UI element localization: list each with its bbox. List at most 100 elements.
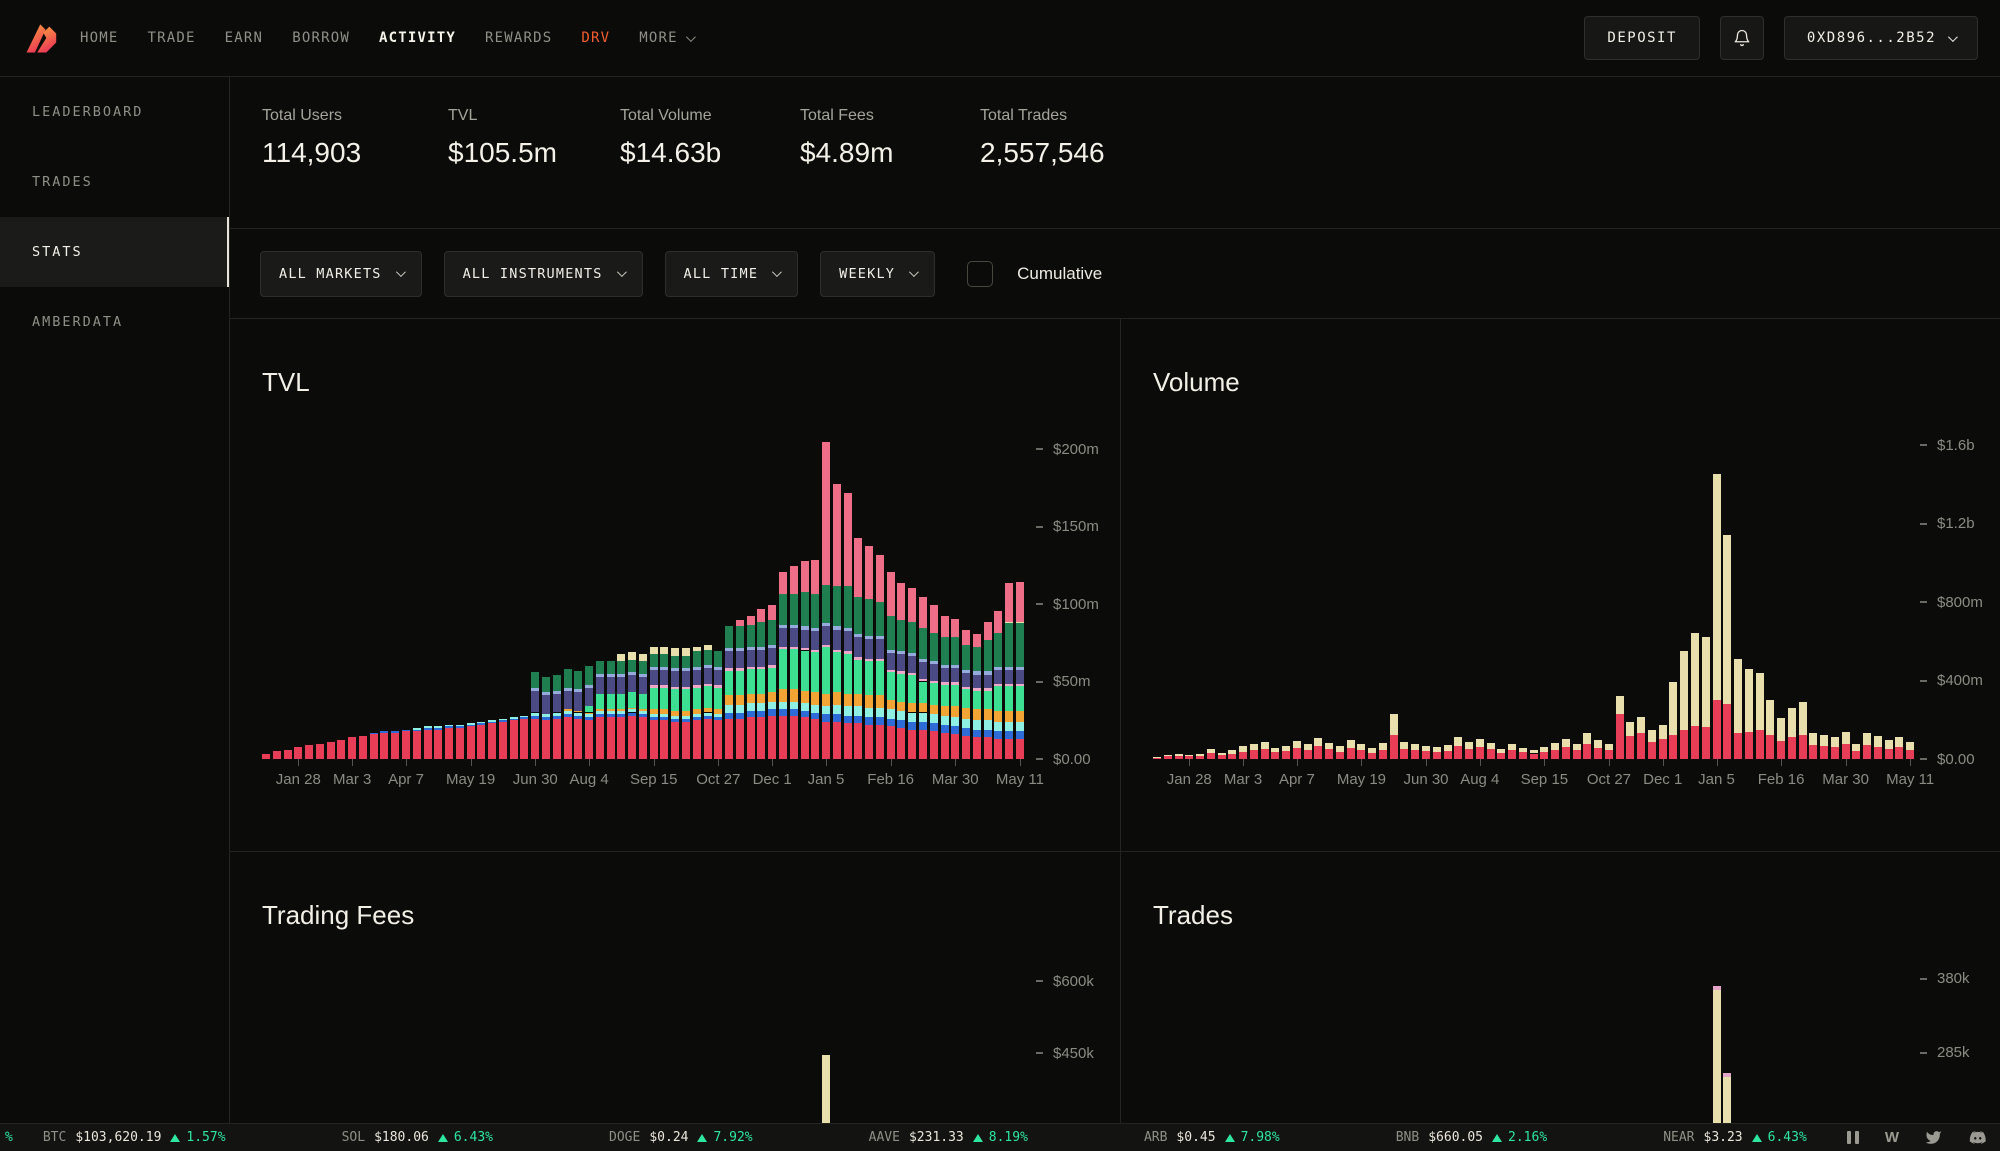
bar-segment-series-lightblue [736, 648, 744, 651]
dropdown-label: ALL MARKETS [279, 266, 382, 282]
bar-segment-series-slate [660, 670, 668, 686]
ticker-change: 1.57% [170, 1130, 225, 1145]
nav-item-more[interactable]: MORE [639, 30, 693, 46]
bar-segment-series-cyan [445, 725, 453, 727]
y-tick-label: $100m [1053, 596, 1099, 613]
bar-segment-series-cyan [564, 711, 572, 714]
deposit-button[interactable]: DEPOSIT [1584, 16, 1700, 60]
bar-segment-series-red [1820, 746, 1828, 759]
bar-segment-series-lightblue [941, 665, 949, 668]
nav-item-activity[interactable]: ACTIVITY [379, 30, 456, 46]
bar-segment-series-lightblue [984, 671, 992, 674]
bar-segment-series-lightblue [725, 648, 733, 651]
sidebar-item-trades[interactable]: TRADES [0, 147, 229, 217]
chart-panel-trading-fees: Trading Fees $600k$450k [230, 851, 1120, 1123]
x-tick-label: May 11 [1886, 771, 1934, 788]
bar-segment-series-salmon [768, 605, 776, 621]
ticker-change: 2.16% [1492, 1130, 1547, 1145]
x-tick-label: Oct 27 [1587, 771, 1631, 788]
bar-segment-series-blue [876, 717, 884, 725]
bar-segment-series-mint [822, 647, 830, 694]
bar-segment-series-orange [984, 709, 992, 720]
bar-segment-series-slate [596, 677, 604, 694]
y-axis-tick: $0.00 [1920, 750, 1975, 768]
bar-segment-series-cyan [639, 711, 647, 714]
bar-segment-series-cream [1379, 743, 1387, 749]
bar-segment-series-red [1325, 749, 1333, 759]
warpcast-icon[interactable]: W [1885, 1129, 1899, 1146]
x-axis-tick-mark [1781, 759, 1782, 766]
notifications-button[interactable] [1720, 16, 1764, 60]
bar-segment-series-orange [897, 702, 905, 711]
wallet-button[interactable]: 0XD896...2B52 [1784, 16, 1978, 60]
ticker-price: $180.06 [374, 1130, 429, 1145]
bar-segment-series-pink [650, 685, 658, 687]
ticker-change-pct: 8.19% [989, 1130, 1028, 1145]
bar-segment-series-cream [1874, 736, 1882, 746]
bar-segment-series-red [1842, 744, 1850, 759]
sidebar-item-stats[interactable]: STATS [0, 217, 229, 287]
nav-item-earn[interactable]: EARN [225, 30, 264, 46]
bar-segment-series-cream [1906, 742, 1914, 749]
bar-segment-series-pink [768, 665, 776, 667]
bar-segment-series-blue [617, 714, 625, 717]
y-axis-tick: $0.00 [1036, 750, 1091, 768]
bar-segment-series-mint [844, 654, 852, 694]
bar-segment-series-pink [973, 688, 981, 690]
bar-segment-series-lightblue [822, 623, 830, 626]
nav-item-label: MORE [639, 30, 678, 46]
bar-segment-series-cream [1357, 744, 1365, 750]
nav-item-home[interactable]: HOME [80, 30, 119, 46]
nav-item-trade[interactable]: TRADE [148, 30, 196, 46]
bar-segment-series-orange [876, 695, 884, 707]
bar-segment-series-blue [477, 723, 485, 725]
bar-segment-series-pink [747, 667, 755, 669]
filter-dropdown-all-time[interactable]: ALL TIME [665, 251, 799, 297]
cumulative-checkbox[interactable] [967, 261, 993, 287]
bar-segment-series-darkgreen [941, 637, 949, 665]
bar-segment-series-pink [919, 679, 927, 681]
bar-segment-series-red [1519, 752, 1527, 759]
sidebar-item-amberdata[interactable]: AMBERDATA [0, 287, 229, 357]
bar-segment-series-red [1788, 737, 1796, 759]
bar-segment-series-cream [1218, 753, 1226, 755]
bar-segment-series-cream [1659, 725, 1667, 738]
nav-item-label: EARN [225, 30, 264, 46]
chart-panel-tvl: TVL $200m$150m$100m$50m$0.00Jan 28Mar 3A… [230, 319, 1120, 851]
main-nav: HOME TRADE EARN BORROW ACTIVITY REWARDS DRV MOR… [80, 30, 693, 46]
ticker-change: 8.19% [973, 1130, 1028, 1145]
nav-item-rewards[interactable]: REWARDS [485, 30, 552, 46]
bar-segment-series-darkgreen [725, 626, 733, 648]
discord-icon[interactable] [1968, 1129, 1986, 1147]
twitter-icon[interactable] [1925, 1129, 1942, 1146]
filter-dropdown-all-markets[interactable]: ALL MARKETS [260, 251, 422, 297]
bar-segment-series-cyan [607, 711, 615, 714]
bar-segment-series-red [1616, 714, 1624, 759]
bar-segment-series-cyan [865, 708, 873, 717]
ticker-change: 6.43% [1752, 1130, 1807, 1145]
filter-dropdown-all-instruments[interactable]: ALL INSTRUMENTS [444, 251, 643, 297]
sidebar-item-leaderboard[interactable]: LEADERBOARD [0, 77, 229, 147]
x-axis-tick-mark [1910, 759, 1911, 766]
nav-item-drv[interactable]: DRV [581, 30, 610, 46]
bar-segment-series-cream [1820, 735, 1828, 746]
nav-item-borrow[interactable]: BORROW [292, 30, 350, 46]
bar-segment-series-darkgreen [897, 620, 905, 651]
bar-segment-series-cream [1831, 737, 1839, 747]
bar-segment-series-blue [941, 725, 949, 733]
derive-logo-icon[interactable] [22, 19, 60, 57]
bar-segment-series-mint [973, 691, 981, 710]
bar-segment-series-lightblue [930, 661, 938, 664]
ticker-symbol: AAVE [869, 1130, 900, 1145]
bar-segment-series-blue [994, 731, 1002, 739]
nav-item-label: TRADE [148, 30, 196, 46]
bar-segment-series-red [1540, 752, 1548, 759]
ticker-change: 7.98% [1225, 1130, 1280, 1145]
filter-dropdown-weekly[interactable]: WEEKLY [820, 251, 935, 297]
bar-segment-series-red [585, 720, 593, 759]
pause-icon[interactable] [1847, 1131, 1859, 1144]
bar-segment-series-cyan [510, 717, 518, 719]
bar-segment-series-pink [725, 668, 733, 670]
volume-chart: $1.6b$1.2b$800m$400m$0.00Jan 28Mar 3Apr … [1121, 319, 2000, 851]
bar-segment-series-orange [768, 692, 776, 701]
